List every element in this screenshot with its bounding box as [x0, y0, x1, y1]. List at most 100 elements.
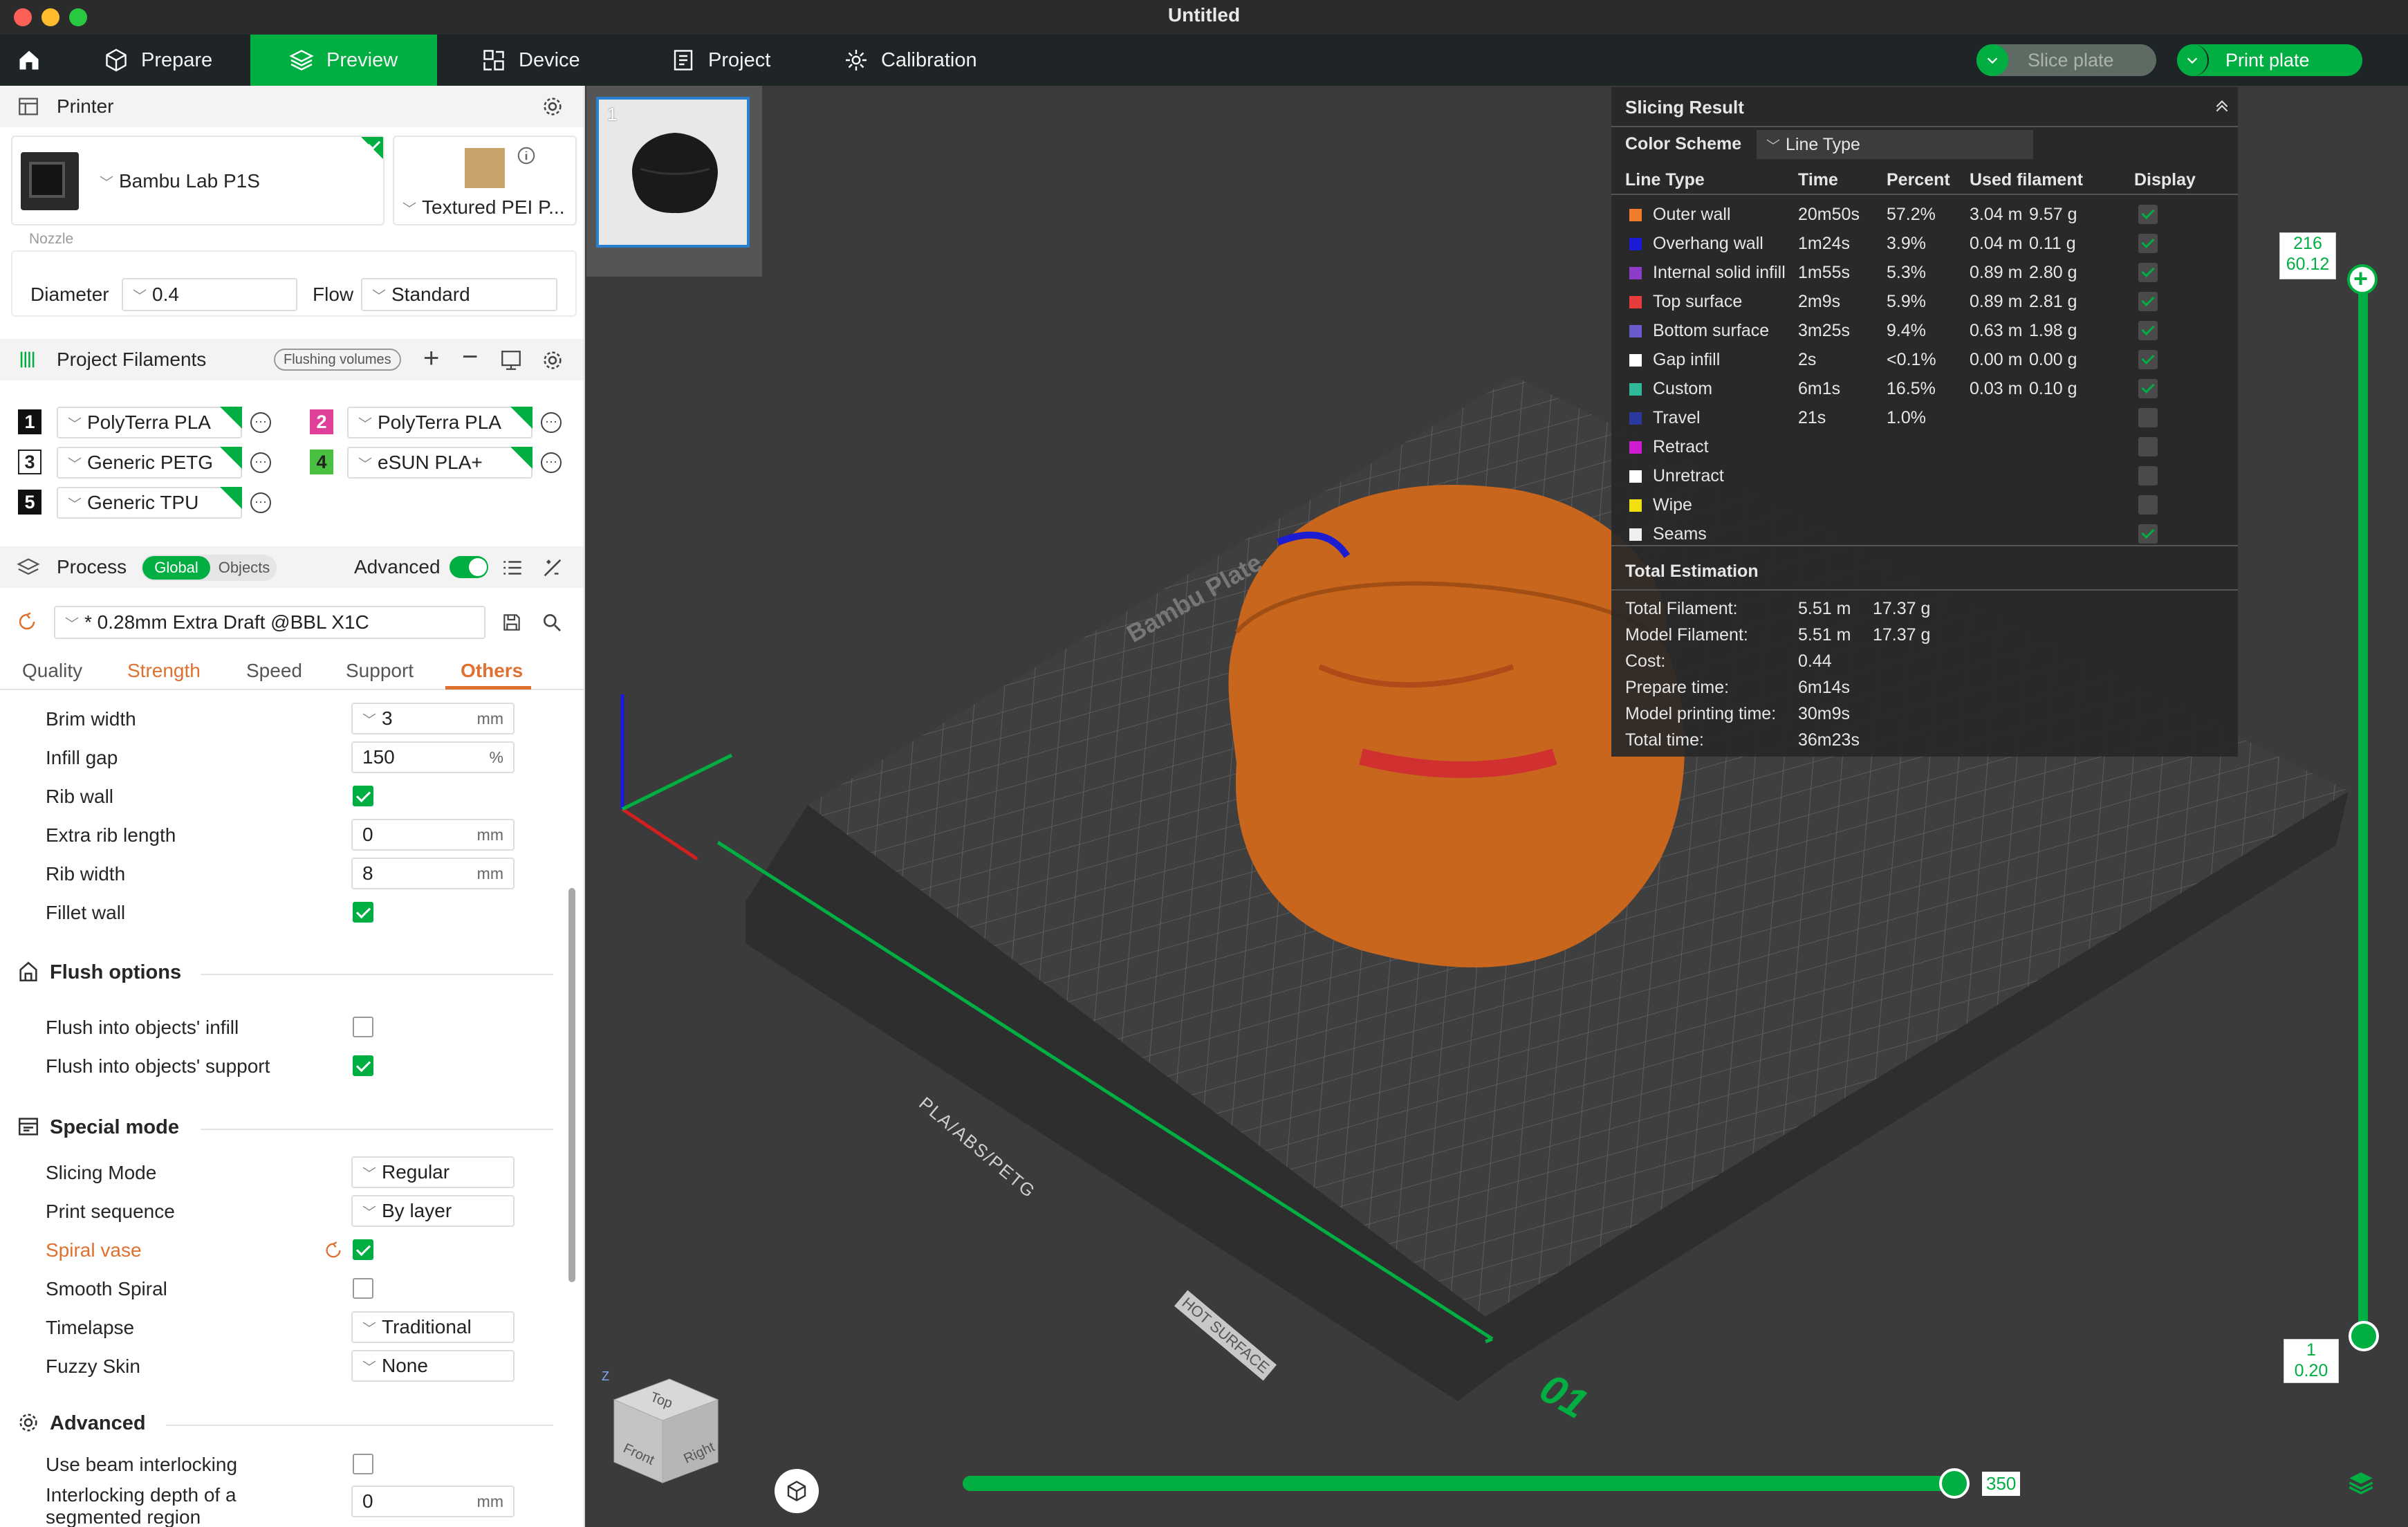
- filament-5-select[interactable]: ﹀ Generic TPU: [57, 487, 242, 519]
- top-layer-handle[interactable]: +: [2347, 264, 2378, 295]
- fillet-wall-checkbox[interactable]: [353, 902, 373, 923]
- document-icon: [674, 50, 693, 71]
- plate-type-card[interactable]: ﹀ Textured PEI P...: [393, 136, 577, 225]
- tab-calibration[interactable]: Calibration: [823, 35, 1003, 86]
- display-checkbox[interactable]: [2138, 263, 2158, 282]
- display-checkbox[interactable]: [2138, 234, 2158, 253]
- filament-2-more-icon[interactable]: ···: [541, 412, 562, 433]
- rib-wall-checkbox[interactable]: [353, 786, 373, 806]
- total-estimation-title: Total Estimation: [1625, 562, 1759, 581]
- tab-project[interactable]: Project: [650, 35, 809, 86]
- extra-rib-length-input[interactable]: 0 mm: [351, 819, 515, 851]
- smooth-spiral-checkbox[interactable]: [353, 1278, 373, 1299]
- rib-width-input[interactable]: 8 mm: [351, 858, 515, 889]
- view-cube-z-axis: Z: [602, 1369, 609, 1383]
- print-plate-button[interactable]: Print plate: [2177, 44, 2362, 76]
- line-type-row: Outer wall 20m50s 57.2% 3.04 m 9.57 g: [1611, 201, 2238, 230]
- list-icon[interactable]: [501, 556, 524, 580]
- color-scheme-select[interactable]: ﹀ Line Type: [1757, 130, 2033, 159]
- display-checkbox[interactable]: [2138, 321, 2158, 340]
- total-value-1: 5.51 m: [1798, 599, 1851, 618]
- brim-width-input[interactable]: ﹀ 3 mm: [351, 703, 515, 734]
- diameter-select[interactable]: ﹀ 0.4: [122, 278, 297, 311]
- search-icon[interactable]: [541, 611, 563, 633]
- filament-4-more-icon[interactable]: ···: [541, 452, 562, 473]
- top-navigation: Prepare Preview Device Project Calibrati…: [0, 35, 2408, 86]
- infill-gap-input[interactable]: 150%: [351, 741, 515, 773]
- timelapse-select[interactable]: ﹀ Traditional: [351, 1311, 515, 1343]
- spiral-vase-checkbox[interactable]: [353, 1239, 373, 1260]
- add-filament-icon[interactable]: +: [423, 343, 439, 374]
- collapse-chevron-up-icon[interactable]: [2213, 97, 2231, 115]
- beam-interlocking-checkbox[interactable]: [353, 1454, 373, 1474]
- tab-support[interactable]: Support: [346, 660, 414, 682]
- line-type-time: 3m25s: [1798, 321, 1851, 340]
- move-slider-track[interactable]: [963, 1476, 1956, 1491]
- slicing-mode-select[interactable]: ﹀ Regular: [351, 1156, 515, 1188]
- slice-dropdown[interactable]: [1976, 44, 2008, 76]
- global-option[interactable]: Global: [142, 556, 210, 580]
- flushing-volumes-button[interactable]: Flushing volumes: [274, 349, 401, 371]
- tab-strength[interactable]: Strength: [127, 660, 201, 682]
- advanced-toggle[interactable]: [450, 556, 488, 578]
- display-checkbox[interactable]: [2138, 350, 2158, 369]
- filament-settings-gear-icon[interactable]: [541, 349, 564, 372]
- home-button[interactable]: [0, 35, 62, 86]
- display-checkbox[interactable]: [2138, 466, 2158, 485]
- filament-2-select[interactable]: ﹀ PolyTerra PLA: [347, 407, 532, 438]
- tab-preview[interactable]: Preview: [250, 35, 437, 86]
- filament-5-more-icon[interactable]: ···: [250, 492, 271, 513]
- printer-card[interactable]: ﹀ Bambu Lab P1S: [11, 136, 385, 225]
- filament-1-more-icon[interactable]: ···: [250, 412, 271, 433]
- slice-plate-button[interactable]: Slice plate: [1976, 44, 2156, 76]
- line-type-color-swatch: [1629, 528, 1642, 541]
- reset-view-button[interactable]: [775, 1469, 819, 1513]
- display-checkbox[interactable]: [2138, 495, 2158, 515]
- plus-icon: +: [2353, 264, 2369, 293]
- sync-filaments-icon[interactable]: [499, 349, 523, 372]
- display-checkbox[interactable]: [2138, 205, 2158, 224]
- display-checkbox[interactable]: [2138, 292, 2158, 311]
- display-checkbox[interactable]: [2138, 379, 2158, 398]
- objects-option[interactable]: Objects: [214, 556, 274, 580]
- settings-scrollbar[interactable]: [568, 888, 575, 1282]
- info-icon[interactable]: [516, 145, 537, 166]
- line-type-name: Overhang wall: [1653, 234, 1763, 253]
- layers-icon[interactable]: [2347, 1469, 2375, 1497]
- global-objects-toggle[interactable]: Global Objects: [141, 555, 277, 581]
- print-dropdown[interactable]: [2177, 44, 2209, 76]
- flush-support-checkbox[interactable]: [353, 1055, 373, 1076]
- reset-icon[interactable]: [17, 611, 37, 632]
- display-checkbox[interactable]: [2138, 437, 2158, 456]
- tab-quality[interactable]: Quality: [22, 660, 82, 682]
- move-slider-handle[interactable]: [1939, 1468, 1970, 1499]
- printer-settings-gear-icon[interactable]: [541, 95, 564, 118]
- tab-others[interactable]: Others: [461, 660, 523, 682]
- compare-icon[interactable]: [541, 556, 564, 580]
- beam-interlocking-label: Use beam interlocking: [46, 1454, 238, 1475]
- flow-select[interactable]: ﹀ Standard: [361, 278, 557, 311]
- filament-3-select[interactable]: ﹀ Generic PETG: [57, 447, 242, 479]
- flush-infill-checkbox[interactable]: [353, 1017, 373, 1037]
- print-sequence-select[interactable]: ﹀ By layer: [351, 1195, 515, 1227]
- reset-icon[interactable]: [324, 1241, 343, 1260]
- tab-speed[interactable]: Speed: [246, 660, 302, 682]
- fuzzy-skin-select[interactable]: ﹀ None: [351, 1350, 515, 1382]
- filament-4-select[interactable]: ﹀ eSUN PLA+: [347, 447, 532, 479]
- line-type-time: 20m50s: [1798, 205, 1860, 224]
- display-checkbox[interactable]: [2138, 408, 2158, 427]
- view-cube-shape: [613, 1378, 719, 1483]
- process-preset-select[interactable]: ﹀ * 0.28mm Extra Draft @BBL X1C: [54, 606, 485, 639]
- filament-1-select[interactable]: ﹀ PolyTerra PLA: [57, 407, 242, 438]
- interlocking-depth-input[interactable]: 0 mm: [351, 1486, 515, 1517]
- diameter-label: Diameter: [30, 284, 109, 305]
- view-cube[interactable]: Top Front Right Z: [600, 1365, 725, 1503]
- filament-3-more-icon[interactable]: ···: [250, 452, 271, 473]
- layer-slider-track[interactable]: [2358, 279, 2368, 1338]
- remove-filament-icon[interactable]: −: [462, 342, 478, 373]
- save-icon[interactable]: [501, 611, 523, 633]
- tab-prepare[interactable]: Prepare: [83, 35, 249, 86]
- bottom-layer-handle[interactable]: [2349, 1321, 2379, 1351]
- display-checkbox[interactable]: [2138, 524, 2158, 544]
- tab-device[interactable]: Device: [461, 35, 620, 86]
